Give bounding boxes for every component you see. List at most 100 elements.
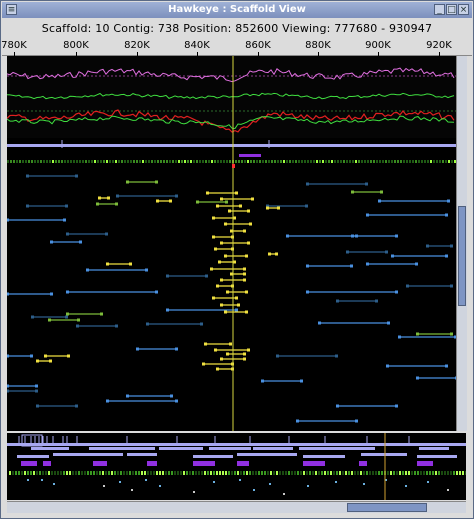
yellow-read-end [249, 222, 252, 226]
yellow-read-end [36, 359, 39, 363]
overview-snp-mark [60, 471, 62, 475]
dim-read-end [375, 299, 378, 303]
blue-read-end [366, 262, 369, 266]
close-icon[interactable]: × [458, 4, 469, 15]
blue-read-end [136, 347, 139, 351]
snp-mark [40, 160, 42, 163]
snp-mark [253, 160, 255, 163]
overview-snp-mark [423, 471, 425, 475]
blue-read-end [355, 234, 358, 238]
snp-mark [265, 160, 267, 163]
yellow-read-end [228, 209, 231, 213]
snp-mark [346, 160, 348, 163]
snp-mark [214, 160, 216, 163]
dim-read-end [76, 324, 79, 328]
overview-scaffold-segment [361, 453, 407, 456]
vertical-scrollbar[interactable] [456, 56, 467, 431]
blue-read-end [387, 321, 390, 325]
snp-mark [442, 160, 444, 163]
blue-read-end [395, 290, 398, 294]
overview-snp-mark [36, 471, 38, 475]
snp-mark [82, 160, 84, 163]
overview-snp-mark [336, 471, 338, 475]
dim-read-end [116, 194, 119, 198]
yellow-read-end [107, 196, 110, 200]
snp-mark [277, 160, 279, 163]
snp-mark [91, 160, 93, 163]
title-bar[interactable]: ≡ Hawkeye : Scaffold View _ □ × [2, 2, 472, 18]
overview-dot [283, 493, 285, 495]
snp-mark [199, 160, 201, 163]
blue-read-end [7, 354, 9, 358]
snp-mark [343, 160, 345, 163]
overview-snp-mark [300, 471, 302, 475]
overview-snp-mark [15, 471, 17, 475]
blue-read-end [175, 347, 178, 351]
overview-scaffold-segment [17, 455, 49, 458]
position-ruler[interactable]: 780K 800K 820K 840K 860K 880K 900K 920K [1, 37, 472, 56]
snp-mark [310, 160, 312, 163]
yellow-read-end [266, 206, 269, 210]
overview-canvas[interactable] [7, 433, 466, 500]
snp-mark [100, 160, 102, 163]
overview-snp-mark [285, 471, 287, 475]
yellow-read-end [245, 254, 248, 258]
scaffold-plot-area[interactable] [7, 56, 456, 431]
blue-read-end [398, 335, 401, 339]
maximize-icon[interactable]: □ [446, 4, 457, 15]
snp-mark [10, 160, 12, 163]
horizontal-scrollbar[interactable] [7, 501, 466, 513]
yellow-read-end [98, 196, 101, 200]
yellow-read-end [268, 252, 271, 256]
minimize-icon[interactable]: _ [434, 4, 445, 15]
overview-scaffold-segment [417, 455, 457, 458]
yellow-read-end [226, 352, 229, 356]
scaffold-plot-canvas[interactable] [7, 56, 456, 431]
overview-snp-mark [261, 471, 263, 475]
blue-read-end [391, 254, 394, 258]
overview-snp-mark [207, 471, 209, 475]
overview-snp-mark [177, 471, 179, 475]
overview-snp-mark [216, 471, 218, 475]
overview-snp-mark [303, 471, 305, 475]
dim-read-end [346, 250, 349, 254]
dim-read-end [105, 232, 108, 236]
snp-mark [97, 160, 99, 163]
yellow-read-end [224, 310, 227, 314]
snp-mark [397, 160, 399, 163]
snp-mark [244, 160, 246, 163]
overview-snp-mark [234, 471, 236, 475]
overview-contig-line [7, 443, 466, 446]
snp-mark [28, 160, 30, 163]
overview-snp-mark [417, 471, 419, 475]
overview-snp-mark [129, 471, 131, 475]
overview-snp-mark [189, 471, 191, 475]
overview-snp-mark [225, 471, 227, 475]
blue-read-end [296, 419, 299, 423]
yellow-read-end [202, 362, 205, 366]
snp-mark [106, 160, 108, 163]
snp-mark [241, 160, 243, 163]
dim-read-end [75, 174, 78, 178]
vertical-scroll-thumb[interactable] [458, 206, 466, 306]
yellow-read-end [220, 303, 223, 307]
snp-mark [223, 160, 225, 163]
snp-mark [394, 160, 396, 163]
dim-read-end [175, 194, 178, 198]
window-title: Hawkeye : Scaffold View [168, 4, 306, 15]
overview-snp-mark [342, 471, 344, 475]
scaffold-overview-panel[interactable] [7, 433, 466, 500]
overview-snp-mark [117, 471, 119, 475]
snp-mark [61, 160, 63, 163]
blue-read-end [395, 234, 398, 238]
snp-mark [166, 160, 168, 163]
snp-mark [373, 160, 375, 163]
overview-snp-mark [171, 471, 173, 475]
overview-snp-mark [78, 471, 80, 475]
snp-mark [73, 160, 75, 163]
green-read-end [351, 190, 354, 194]
overview-snp-mark [408, 471, 410, 475]
horizontal-scroll-thumb[interactable] [347, 503, 427, 512]
snp-mark [370, 160, 372, 163]
overview-snp-mark [396, 471, 398, 475]
